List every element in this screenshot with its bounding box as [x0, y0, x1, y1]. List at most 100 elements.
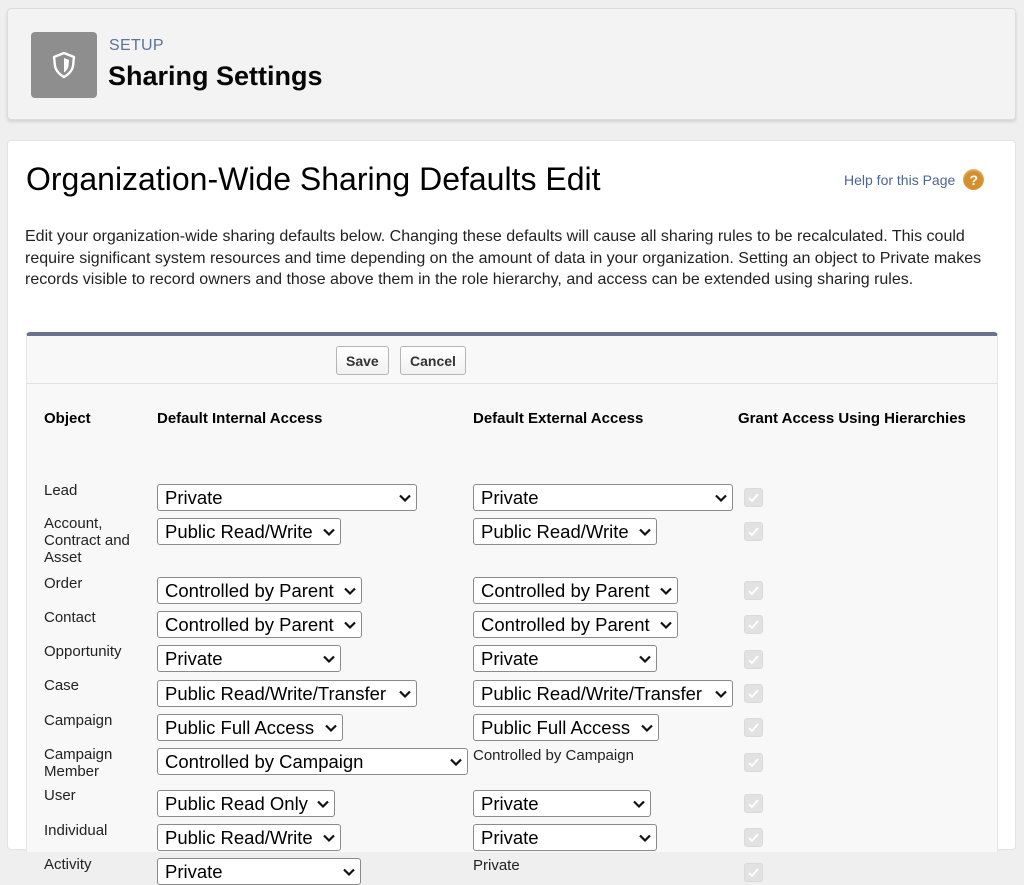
selected-value: Private	[481, 486, 539, 508]
check-icon	[748, 758, 759, 768]
selected-value: Private	[165, 486, 223, 508]
object-label: Case	[44, 677, 80, 694]
object-label: Opportunity	[44, 643, 122, 660]
object-label: Campaign	[44, 712, 113, 729]
chevron-down-icon	[660, 621, 672, 629]
chevron-down-icon	[639, 655, 651, 663]
internal-access-select[interactable]: Controlled by Parent	[157, 577, 362, 604]
internal-access-select[interactable]: Private	[157, 645, 341, 672]
chevron-down-icon	[715, 494, 727, 502]
check-icon	[748, 799, 759, 809]
chevron-down-icon	[639, 528, 651, 536]
object-label: User	[44, 787, 76, 804]
header-title: Sharing Settings	[108, 61, 323, 91]
internal-access-select[interactable]: Public Read Only	[157, 790, 335, 817]
header-eyebrow: SETUP	[109, 37, 164, 54]
external-access-select[interactable]: Controlled by Parent	[473, 611, 678, 638]
chevron-down-icon	[344, 587, 356, 595]
selected-value: Private	[481, 792, 539, 814]
grant-access-checkbox[interactable]	[744, 863, 763, 882]
selected-value: Controlled by Parent	[165, 579, 334, 601]
internal-access-select[interactable]: Public Full Access	[157, 714, 343, 741]
internal-access-select[interactable]: Private	[157, 484, 417, 511]
chevron-down-icon	[317, 800, 329, 808]
chevron-down-icon	[343, 868, 355, 876]
object-label: Order	[44, 575, 83, 592]
check-icon	[748, 586, 759, 596]
grant-access-checkbox[interactable]	[744, 615, 763, 634]
column-header-external: Default External Access	[473, 410, 644, 427]
chevron-down-icon	[715, 690, 727, 698]
internal-access-select[interactable]: Controlled by Campaign	[157, 748, 468, 775]
chevron-down-icon	[323, 528, 335, 536]
grant-access-checkbox[interactable]	[744, 718, 763, 737]
chevron-down-icon	[660, 587, 672, 595]
help-icon: ?	[963, 169, 985, 190]
object-label: Individual	[44, 822, 108, 839]
grant-access-checkbox[interactable]	[744, 794, 763, 813]
chevron-down-icon	[344, 621, 356, 629]
shield-icon	[31, 32, 97, 98]
column-header-hierarchy: Grant Access Using Hierarchies	[738, 410, 966, 427]
page-header: SETUP Sharing Settings	[7, 8, 1016, 120]
selected-value: Public Read/Write/Transfer	[165, 682, 387, 704]
selected-value: Controlled by Parent	[165, 613, 334, 635]
selected-value: Public Read Only	[165, 792, 308, 814]
external-access-value: Private	[473, 857, 520, 874]
selected-value: Controlled by Campaign	[165, 750, 364, 772]
cancel-button[interactable]: Cancel	[400, 346, 466, 375]
internal-access-select[interactable]: Private	[157, 858, 361, 885]
selected-value: Public Read/Write	[481, 520, 629, 542]
selected-value: Controlled by Parent	[481, 613, 650, 635]
grant-access-checkbox[interactable]	[744, 753, 763, 772]
sharing-defaults-form: Save Cancel Object Default Internal Acce…	[26, 332, 998, 885]
object-label: Campaign Member	[44, 746, 113, 780]
column-header-internal: Default Internal Access	[157, 410, 323, 427]
chevron-down-icon	[399, 494, 411, 502]
external-access-select[interactable]: Public Read/Write/Transfer	[473, 680, 733, 707]
chevron-down-icon	[323, 655, 335, 663]
selected-value: Private	[165, 647, 223, 669]
chevron-down-icon	[450, 758, 462, 766]
check-icon	[748, 620, 759, 630]
object-label: Account, Contract and Asset	[44, 515, 130, 566]
internal-access-select[interactable]: Public Read/Write	[157, 518, 341, 545]
check-icon	[748, 527, 759, 537]
main-panel: Organization-Wide Sharing Defaults Edit …	[7, 140, 1016, 885]
page-title: Organization-Wide Sharing Defaults Edit	[26, 161, 601, 197]
object-label: Activity	[44, 856, 92, 873]
selected-value: Private	[165, 860, 223, 882]
selected-value: Public Full Access	[481, 716, 631, 738]
selected-value: Private	[481, 647, 539, 669]
help-link-label: Help for this Page	[844, 171, 956, 188]
external-access-select[interactable]: Controlled by Parent	[473, 577, 678, 604]
selected-value: Public Read/Write	[165, 520, 313, 542]
external-access-select[interactable]: Private	[473, 645, 657, 672]
external-access-select[interactable]: Private	[473, 484, 733, 511]
button-bar: Save Cancel	[27, 336, 997, 384]
external-access-select[interactable]: Private	[473, 790, 651, 817]
selected-value: Public Read/Write/Transfer	[481, 682, 703, 704]
help-link[interactable]: Help for this Page ?	[844, 169, 985, 190]
grant-access-checkbox[interactable]	[744, 522, 763, 541]
save-button[interactable]: Save	[336, 346, 389, 375]
grant-access-checkbox[interactable]	[744, 488, 763, 507]
check-icon	[748, 493, 759, 503]
external-access-value: Controlled by Campaign	[473, 747, 634, 764]
chevron-down-icon	[641, 724, 653, 732]
object-label: Lead	[44, 482, 78, 499]
grant-access-checkbox[interactable]	[744, 581, 763, 600]
grant-access-checkbox[interactable]	[744, 650, 763, 669]
external-access-select[interactable]: Public Read/Write	[473, 518, 657, 545]
selected-value: Public Full Access	[165, 716, 315, 738]
chevron-down-icon	[633, 800, 645, 808]
check-icon	[748, 655, 759, 665]
grant-access-checkbox[interactable]	[744, 684, 763, 703]
chevron-down-icon	[325, 724, 337, 732]
external-access-select[interactable]: Public Full Access	[473, 714, 659, 741]
check-icon	[748, 689, 759, 699]
internal-access-select[interactable]: Controlled by Parent	[157, 611, 362, 638]
column-header-object: Object	[44, 410, 91, 427]
internal-access-select[interactable]: Public Read/Write/Transfer	[157, 680, 417, 707]
page-description: Edit your organization-wide sharing defa…	[25, 228, 982, 288]
